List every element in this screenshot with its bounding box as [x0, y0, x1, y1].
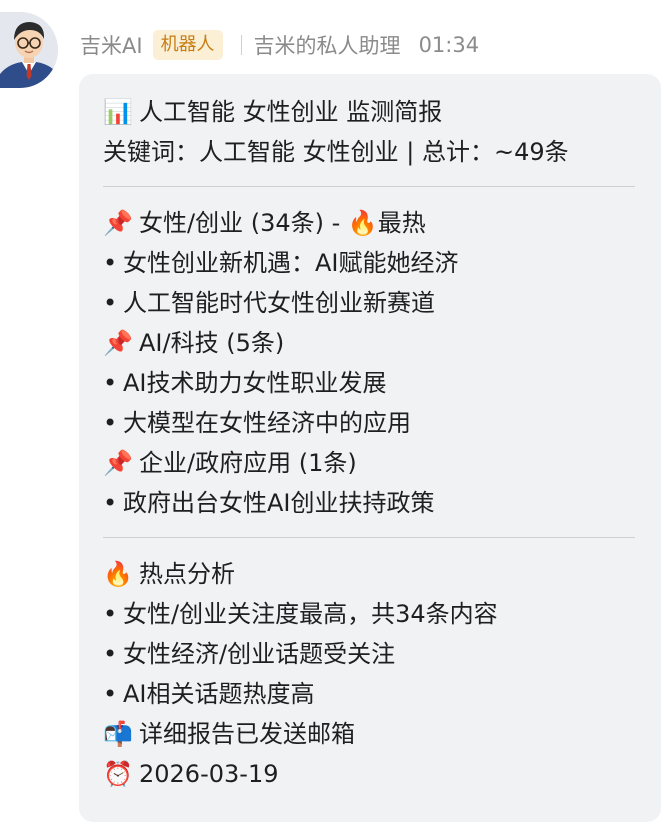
divider	[103, 537, 635, 538]
bullet: •	[103, 680, 118, 708]
mailbox-icon: 📬	[103, 720, 133, 748]
avatar-illustration	[0, 12, 58, 88]
analysis-title: 热点分析	[139, 560, 235, 588]
alarm-clock-icon: ⏰	[103, 760, 133, 788]
list-item-text: 政府出台女性AI创业扶持政策	[123, 489, 435, 517]
header-divider	[240, 35, 242, 55]
section-title: 企业/政府应用 (1条)	[139, 449, 357, 477]
list-item-text: 大模型在女性经济中的应用	[123, 409, 411, 437]
list-item: • 女性经济/创业话题受关注	[103, 634, 635, 674]
message-bubble[interactable]: 📊 人工智能 女性创业 监测简报 关键词：人工智能 女性创业 | 总计：~49条 …	[79, 74, 661, 822]
section-heading: 📌 女性/创业 (34条) - 🔥最热	[103, 203, 635, 243]
list-item: • 政府出台女性AI创业扶持政策	[103, 483, 635, 523]
bullet: •	[103, 489, 118, 517]
pin-icon: 📌	[103, 449, 133, 477]
bullet: •	[103, 249, 118, 277]
message-time: 01:34	[418, 33, 480, 57]
report-title-line: 📊 人工智能 女性创业 监测简报	[103, 92, 635, 132]
bullet: •	[103, 640, 118, 668]
pin-icon: 📌	[103, 329, 133, 357]
bullet: •	[103, 600, 118, 628]
report-title: 人工智能 女性创业 监测简报	[139, 98, 443, 126]
bullet: •	[103, 369, 118, 397]
bullet: •	[103, 409, 118, 437]
list-item: • 女性/创业关注度最高，共34条内容	[103, 594, 635, 634]
section-heading: 📌 企业/政府应用 (1条)	[103, 443, 635, 483]
list-item-text: AI技术助力女性职业发展	[123, 369, 387, 397]
list-item: • 女性创业新机遇：AI赋能她经济	[103, 243, 635, 283]
bot-description: 吉米的私人助理	[253, 34, 401, 58]
list-item: • AI相关话题热度高	[103, 674, 635, 714]
list-item-text: 人工智能时代女性创业新赛道	[123, 289, 435, 317]
date-line: ⏰ 2026-03-19	[103, 754, 635, 794]
message-header: 吉米AI 机器人 吉米的私人助理 01:34	[80, 28, 479, 62]
fire-icon: 🔥	[103, 560, 133, 588]
bullet: •	[103, 289, 118, 317]
bar-chart-icon: 📊	[103, 98, 133, 126]
report-date: 2026-03-19	[139, 760, 279, 788]
list-item: • 人工智能时代女性创业新赛道	[103, 283, 635, 323]
avatar[interactable]	[0, 12, 58, 88]
report-sent-text: 详细报告已发送邮箱	[139, 720, 355, 748]
sender-name[interactable]: 吉米AI	[80, 30, 143, 60]
section-title: 女性/创业 (34条) - 🔥最热	[139, 209, 426, 237]
list-item: • 大模型在女性经济中的应用	[103, 403, 635, 443]
keywords-line: 关键词：人工智能 女性创业 | 总计：~49条	[103, 138, 569, 166]
list-item-text: 女性经济/创业话题受关注	[123, 640, 396, 668]
pin-icon: 📌	[103, 209, 133, 237]
list-item: • AI技术助力女性职业发展	[103, 363, 635, 403]
section-heading: 📌 AI/科技 (5条)	[103, 323, 635, 363]
divider	[103, 186, 635, 187]
section-title: AI/科技 (5条)	[139, 329, 285, 357]
list-item-text: 女性/创业关注度最高，共34条内容	[123, 600, 498, 628]
bot-badge: 机器人	[152, 30, 223, 60]
list-item-text: AI相关话题热度高	[123, 680, 315, 708]
chat-page: 吉米AI 机器人 吉米的私人助理 01:34 📊 人工智能 女性创业 监测简报 关…	[0, 0, 670, 834]
report-sent-line: 📬 详细报告已发送邮箱	[103, 714, 635, 754]
analysis-heading: 🔥 热点分析	[103, 554, 635, 594]
list-item-text: 女性创业新机遇：AI赋能她经济	[123, 249, 459, 277]
